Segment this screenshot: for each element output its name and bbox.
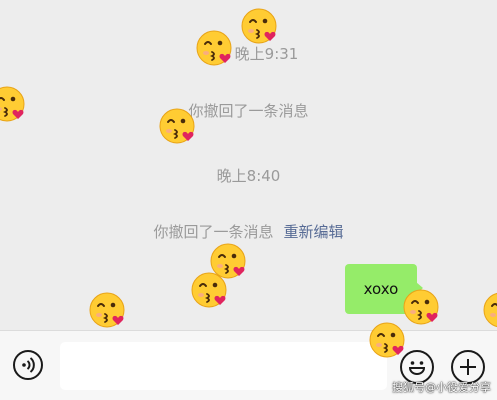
watermark: 搜狐号@小役爱分享 <box>392 381 491 394</box>
timestamp: 晚上9:31 <box>234 45 299 63</box>
kissing-heart-emoji <box>483 292 497 328</box>
chat-screen: 晚上9:31 你撤回了一条消息 晚上8:40 你撤回了一条消息 重新编辑 xoxo <box>0 0 497 400</box>
recall-notice-text: 你撤回了一条消息 <box>153 223 274 241</box>
recall-notice-with-edit: 你撤回了一条消息 重新编辑 <box>0 221 497 242</box>
recall-notice: 你撤回了一条消息 <box>188 102 309 120</box>
kissing-heart-emoji <box>369 322 405 358</box>
kissing-heart-emoji <box>89 292 125 328</box>
plus-icon <box>460 359 476 375</box>
kissing-heart-emoji <box>196 30 232 66</box>
timestamp: 晚上8:40 <box>216 167 281 185</box>
kissing-heart-emoji <box>241 8 277 44</box>
voice-icon <box>22 357 35 373</box>
input-toolbar: 搜狐号@小役爱分享 <box>0 330 497 400</box>
kissing-heart-emoji <box>0 86 25 122</box>
voice-button[interactable] <box>13 350 43 380</box>
kissing-heart-emoji <box>191 272 227 308</box>
message-input[interactable] <box>60 342 387 390</box>
kissing-heart-emoji <box>403 289 439 325</box>
kissing-heart-emoji <box>159 108 195 144</box>
reedit-link[interactable]: 重新编辑 <box>284 223 344 241</box>
